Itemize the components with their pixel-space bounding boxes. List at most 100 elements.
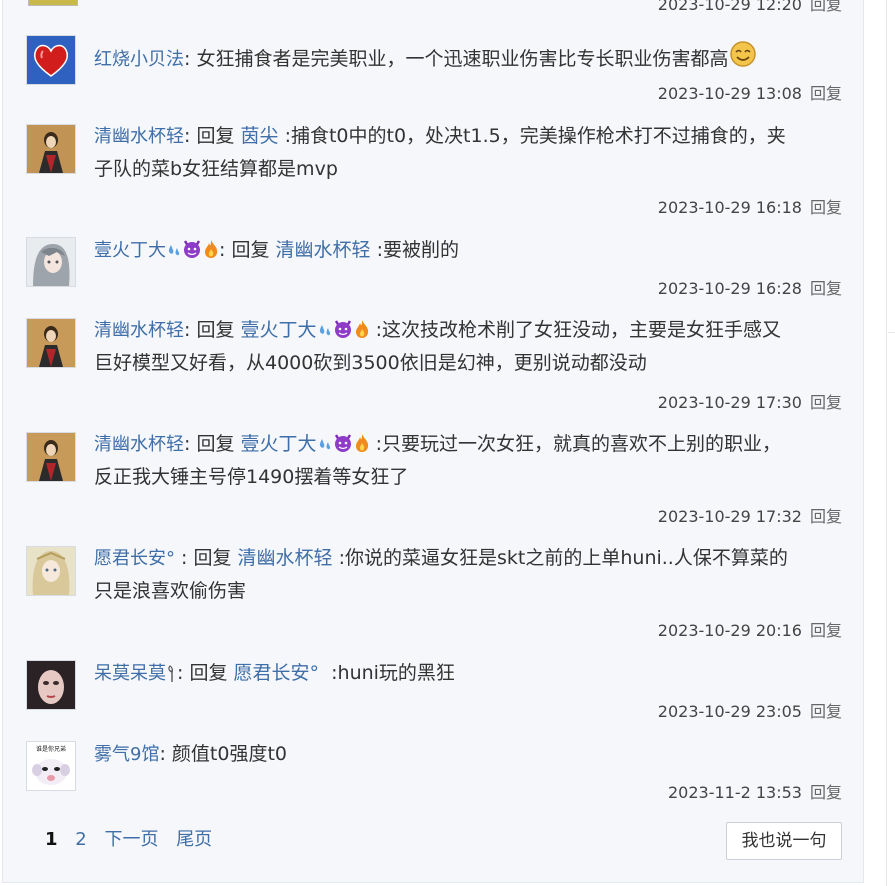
comment-meta: 2023-10-29 12:20 回复 (658, 0, 842, 15)
reply-target-user[interactable]: 壹火丁大 (241, 433, 317, 455)
comment-body: 愿君长安° : 回复 清幽水杯轻 :你说的菜逼女狂是skt之前的上单huni..… (94, 547, 788, 569)
page-2-link[interactable]: 2 (75, 829, 86, 850)
sweat-drops-icon (318, 431, 332, 464)
figure-avatar-icon (27, 125, 75, 173)
reply-target-user[interactable]: 茵尖 (241, 125, 279, 147)
comment-body: 清幽水杯轻: 回复 茵尖 :捕食t0中的t0，处决t1.5，完美操作枪术打不过捕… (94, 125, 786, 147)
reply-prefix: 回复 (196, 125, 235, 147)
comment-text: 颜值t0强度t0 (171, 743, 287, 765)
figure-avatar-icon (27, 319, 75, 367)
avatar[interactable] (26, 432, 76, 482)
reply-target-user[interactable]: 壹火丁大 (241, 319, 317, 341)
sweat-drops-icon (167, 237, 181, 270)
reply-target-user[interactable]: 清幽水杯轻 (276, 239, 371, 261)
comment-text: :要被削的 (376, 239, 459, 261)
comment-text: :你说的菜逼女狂是skt之前的上单huni..人保不算菜的 (338, 547, 788, 569)
face-avatar-icon (27, 661, 75, 709)
comment-time: 2023-10-29 17:32 (657, 507, 802, 526)
comment-username[interactable]: 清幽水杯轻 (94, 320, 184, 341)
comment-text-line2: 只是浪喜欢偷伤害 (94, 580, 247, 602)
fire-emoji-icon (203, 237, 219, 270)
anime-avatar-icon (27, 238, 75, 286)
comment-username[interactable]: 清幽水杯轻 (94, 126, 184, 147)
comment-username[interactable]: 雾气9馆 (94, 744, 159, 765)
comment-time: 2023-10-29 16:28 (657, 279, 802, 298)
prev-avatar-partial[interactable] (28, 0, 78, 6)
next-page-link[interactable]: 下一页 (104, 829, 158, 850)
avatar[interactable] (26, 35, 76, 85)
comment-username[interactable]: 壹火丁大 (94, 240, 166, 261)
sprout-icon (167, 660, 177, 693)
comment-username[interactable]: 呆莫呆莫 (94, 663, 166, 684)
reply-link[interactable]: 回复 (810, 279, 842, 298)
page-current: 1 (45, 829, 58, 850)
reply-target-user[interactable]: 愿君长安° (234, 662, 320, 684)
page-divider (886, 0, 887, 886)
comment-body: 红烧小贝法: 女狂捕食者是完美职业，一个迅速职业伤害比专长职业伤害都高 (94, 40, 757, 79)
avatar[interactable] (26, 546, 76, 596)
comment-meta: 2023-10-29 13:08 回复 (658, 80, 842, 104)
reply-link[interactable]: 回复 (810, 702, 842, 721)
comment-text: :捕食t0中的t0，处决t1.5，完美操作枪术打不过捕食的，夹 (284, 125, 786, 147)
avatar[interactable]: 谁是你兄弟 (26, 741, 76, 791)
comment-time: 2023-10-29 17:30 (657, 393, 802, 412)
comment-text: :huni玩的黑狂 (331, 662, 455, 684)
avatar[interactable] (26, 660, 76, 710)
comment-text: :这次技改枪术削了女狂没动，主要是女狂手感又 (375, 319, 781, 341)
comment-text-line2: 子队的菜b女狂结算都是mvp (94, 158, 338, 180)
comment-text: 女狂捕食者是完美职业，一个迅速职业伤害比专长职业伤害都高 (196, 48, 729, 70)
reply-link[interactable]: 回复 (810, 507, 842, 526)
reply-prefix: 回复 (231, 239, 270, 261)
smile-emoji-icon (729, 40, 757, 79)
reply-link[interactable]: 回复 (810, 0, 842, 14)
comment-username[interactable]: 愿君长安° (94, 548, 175, 569)
comment-username[interactable]: 红烧小贝法 (94, 49, 184, 70)
fire-emoji-icon (354, 431, 370, 464)
comment-meta: 2023-10-29 17:30 回复 (658, 389, 842, 413)
reply-prefix: 回复 (196, 319, 235, 341)
avatar[interactable] (26, 124, 76, 174)
comment-body: 呆莫呆莫: 回复 愿君长安° :huni玩的黑狂 (94, 657, 455, 693)
reply-link[interactable]: 回复 (810, 783, 842, 802)
comment-meta: 2023-10-29 20:16 回复 (658, 617, 842, 641)
fire-emoji-icon (354, 317, 370, 350)
comment-meta: 2023-10-29 17:32 回复 (658, 503, 842, 527)
reply-link[interactable]: 回复 (810, 84, 842, 103)
add-comment-button[interactable]: 我也说一句 (726, 822, 842, 860)
devil-emoji-icon (182, 237, 202, 270)
reply-prefix: 回复 (193, 547, 232, 569)
comment-body: 清幽水杯轻: 回复 壹火丁大 :这次技改枪术削了女狂没动，主要是女狂手感又 (94, 314, 781, 350)
reply-link[interactable]: 回复 (810, 393, 842, 412)
comment-time: 2023-10-29 16:18 (657, 198, 802, 217)
comment-meta: 2023-11-2 13:53 回复 (668, 779, 842, 803)
comment-body: 雾气9馆: 颜值t0强度t0 (94, 743, 287, 765)
comment-time: 2023-10-29 12:20 (657, 0, 802, 14)
heart-avatar-icon (27, 36, 75, 84)
devil-emoji-icon (333, 431, 353, 464)
page-divider-tick (888, 332, 895, 333)
sweat-drops-icon (318, 317, 332, 350)
devil-emoji-icon (333, 317, 353, 350)
figure-avatar-icon (27, 433, 75, 481)
avatar-caption: 谁是你兄弟 (36, 745, 66, 753)
comment-username[interactable]: 清幽水杯轻 (94, 434, 184, 455)
reply-target-user[interactable]: 清幽水杯轻 (238, 547, 333, 569)
meme-avatar-icon: 谁是你兄弟 (27, 742, 75, 790)
reply-link[interactable]: 回复 (810, 198, 842, 217)
reply-prefix: 回复 (196, 433, 235, 455)
reply-link[interactable]: 回复 (810, 621, 842, 640)
comment-text: :只要玩过一次女狂，就真的喜欢不上别的职业， (375, 433, 781, 455)
comment-meta: 2023-10-29 16:18 回复 (658, 194, 842, 218)
pagination: 1 2 下一页 尾页 (45, 825, 224, 851)
comment-body: 清幽水杯轻: 回复 壹火丁大 :只要玩过一次女狂，就真的喜欢不上别的职业， (94, 428, 781, 464)
comment-time: 2023-10-29 13:08 (657, 84, 802, 103)
avatar[interactable] (26, 318, 76, 368)
comment-text-line2: 巨好模型又好看，从4000砍到3500依旧是幻神，更别说动都没动 (94, 352, 647, 374)
last-page-link[interactable]: 尾页 (176, 829, 212, 850)
comment-meta: 2023-10-29 23:05 回复 (658, 698, 842, 722)
anime-avatar-icon (27, 547, 75, 595)
comment-meta: 2023-10-29 16:28 回复 (658, 275, 842, 299)
comment-time: 2023-10-29 23:05 (657, 702, 802, 721)
avatar[interactable] (26, 237, 76, 287)
comment-text-line2: 反正我大锤主号停1490摆着等女狂了 (94, 466, 409, 488)
